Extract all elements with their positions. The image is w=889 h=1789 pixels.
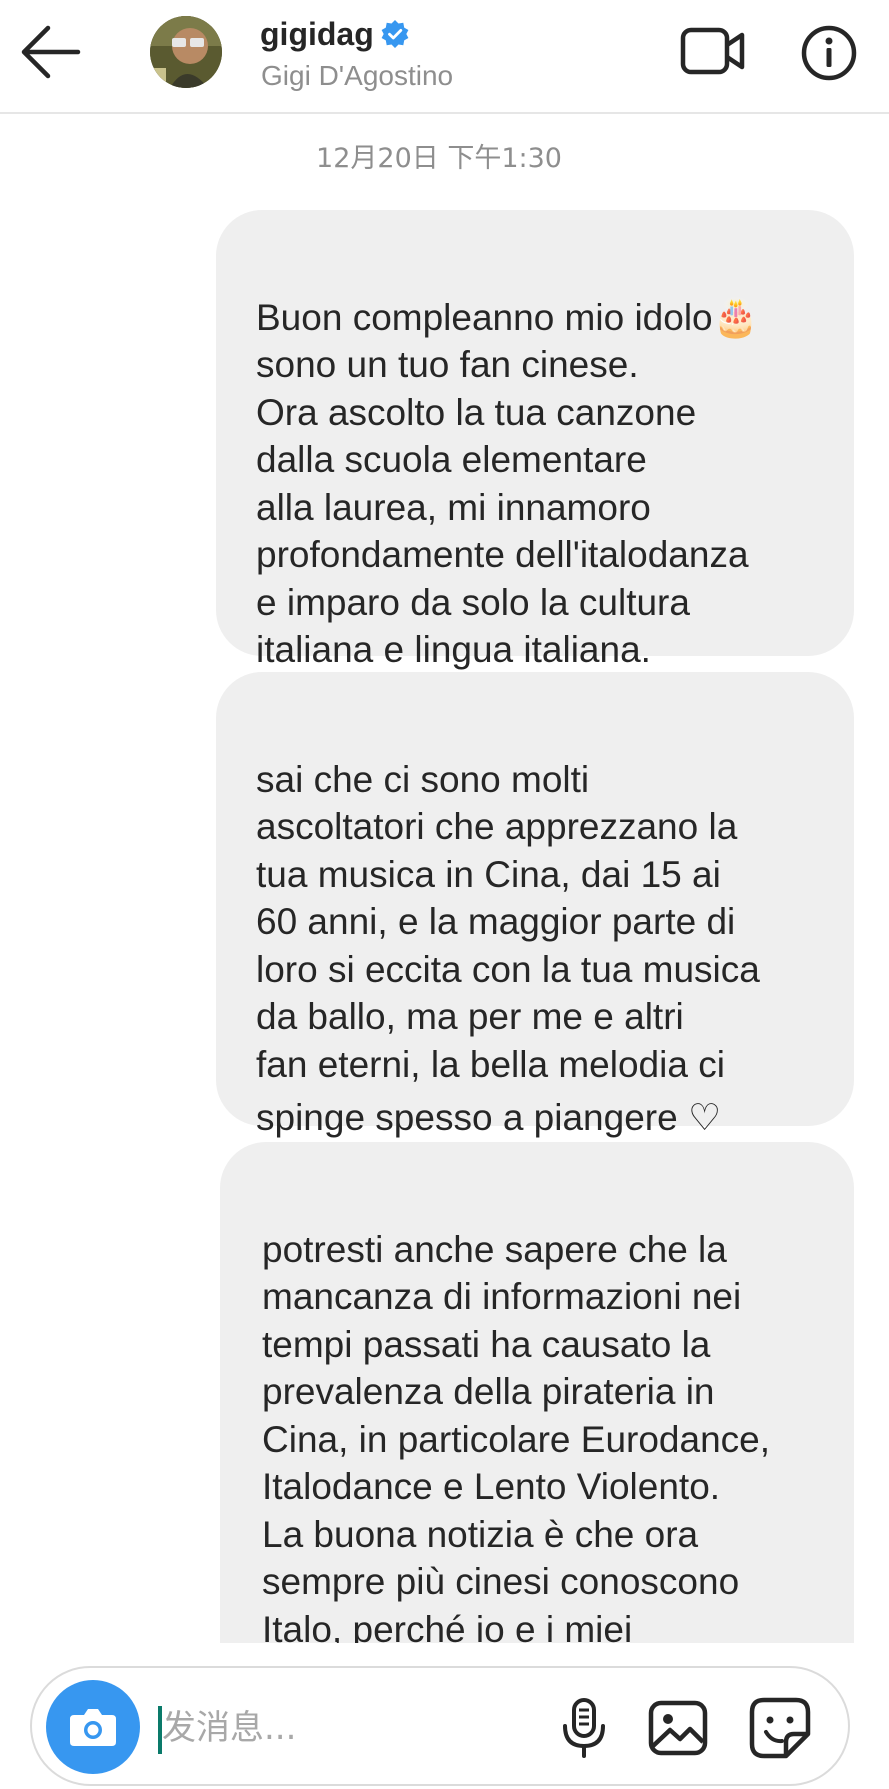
message-input[interactable] [162, 1698, 542, 1758]
gallery-button[interactable] [646, 1696, 710, 1760]
camera-button[interactable] [46, 1680, 140, 1774]
sticker-icon [749, 1697, 811, 1759]
camera-icon [70, 1709, 116, 1746]
message-text: Buon compleanno mio idolo🎂 sono un tuo f… [256, 296, 759, 671]
message-text-last-line: spinge spesso a piangere ♡ [256, 1097, 722, 1138]
message-bubble-1[interactable]: Buon compleanno mio idolo🎂 sono un tuo f… [216, 210, 854, 670]
message-list[interactable]: 12月20日 下午1:30 Buon compleanno mio idolo🎂… [0, 0, 889, 1643]
message-composer [30, 1666, 850, 1786]
message-bubble-2[interactable]: sai che ci sono molti ascoltatori che ap… [216, 672, 854, 1138]
voice-message-button[interactable] [552, 1696, 616, 1760]
message-text: sai che ci sono molti ascoltatori che ap… [256, 758, 760, 1085]
dm-thread-screen: gigidag Gigi D'Agostino 12月20日 下午1:30 Bu… [0, 0, 889, 1789]
thread-timestamp: 12月20日 下午1:30 [316, 143, 562, 174]
microphone-icon [563, 1698, 605, 1758]
gallery-icon [648, 1700, 708, 1756]
message-bubble-3[interactable]: potresti anche sapere che la mancanza di… [220, 1142, 854, 1643]
message-text: potresti anche sapere che la mancanza di… [262, 1228, 771, 1644]
sticker-button[interactable] [748, 1696, 812, 1760]
